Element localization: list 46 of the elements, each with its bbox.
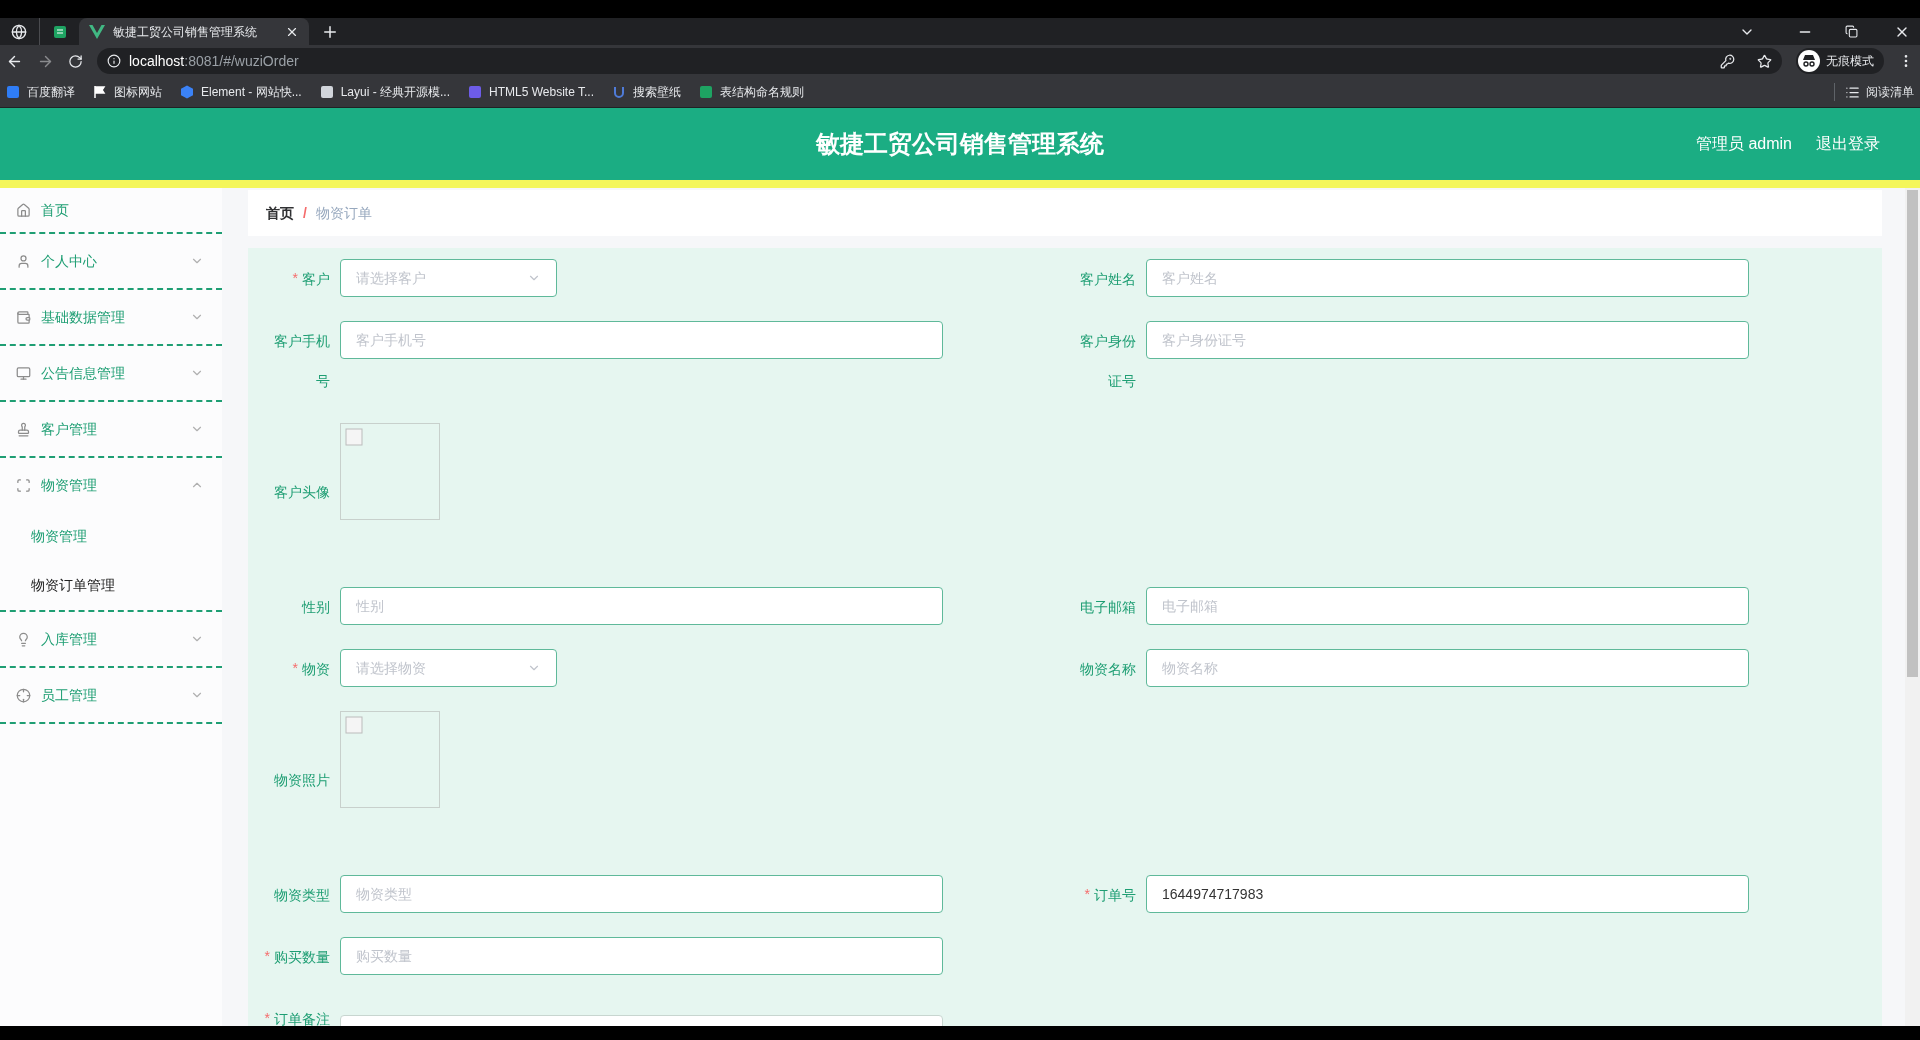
field-label: 电子邮箱 xyxy=(1080,598,1136,617)
field-label: 物资照片 xyxy=(274,771,330,790)
field-label: 物资类型 xyxy=(274,886,330,905)
bookmark-link[interactable]: 图标网站 xyxy=(93,83,162,101)
bookmark-link[interactable]: Element - 网站快... xyxy=(180,83,302,101)
field-label: 客户身份证号 xyxy=(1079,332,1136,391)
required-asterisk: * xyxy=(264,1009,270,1026)
text-field[interactable]: 客户身份证号 xyxy=(1146,321,1749,359)
required-asterisk: * xyxy=(1084,885,1090,904)
text-field[interactable]: 购买数量 xyxy=(340,937,943,975)
text-field[interactable]: 性别 xyxy=(340,587,943,625)
field-label: 客户手机号 xyxy=(273,332,330,391)
breadcrumb-item: 物资订单 xyxy=(315,203,372,223)
breadcrumb-item[interactable]: 首页 xyxy=(266,202,294,224)
field-label: 订单备注 xyxy=(274,1010,330,1026)
app-title: 敏捷工贸公司销售管理系统 xyxy=(816,129,1104,159)
reading-list-button[interactable]: 阅读清单 xyxy=(1834,83,1914,101)
bookmark-link[interactable]: 表结构命名规则 xyxy=(699,83,804,101)
text-field[interactable]: 物资类型 xyxy=(340,875,943,913)
field-label: 客户 xyxy=(302,270,330,289)
field-label: 购买数量 xyxy=(274,948,330,967)
browser-tab[interactable]: 敏捷工贸公司销售管理系统 xyxy=(79,18,309,45)
text-field[interactable]: 客户手机号 xyxy=(340,321,943,359)
required-asterisk: * xyxy=(292,659,298,678)
text-field[interactable]: 客户姓名 xyxy=(1146,259,1749,297)
breadcrumb-separator: / xyxy=(303,203,307,223)
text-field[interactable]: 1644974717983 xyxy=(1146,875,1749,913)
profile-button[interactable]: 无痕模式 xyxy=(1796,48,1884,74)
required-asterisk: * xyxy=(264,947,270,966)
field-label: 性别 xyxy=(302,598,330,617)
text-field[interactable]: 电子邮箱 xyxy=(1146,587,1749,625)
submenu-item[interactable]: 物资订单管理 xyxy=(0,561,222,610)
bookmark-link[interactable]: Layui - 经典开源模... xyxy=(319,83,451,101)
required-asterisk: * xyxy=(292,269,298,288)
field-label: 订单号 xyxy=(1094,886,1136,905)
bookmark-link[interactable]: 百度翻译 xyxy=(6,83,75,101)
field-label: 客户姓名 xyxy=(1080,270,1136,289)
text-field[interactable]: 物资名称 xyxy=(1146,649,1749,687)
field-label: 物资 xyxy=(302,660,330,679)
field-label: 物资名称 xyxy=(1080,660,1136,679)
bookmark-link[interactable]: 搜索壁纸 xyxy=(612,83,681,101)
bookmark-link[interactable]: HTML5 Website T... xyxy=(468,83,594,101)
user-label: 管理员 admin xyxy=(1695,134,1792,154)
address-field[interactable]: localhost:8081/#/wuziOrder xyxy=(97,48,1782,74)
field-label: 客户头像 xyxy=(274,483,330,502)
tab-title: 敏捷工贸公司销售管理系统 xyxy=(113,23,258,41)
